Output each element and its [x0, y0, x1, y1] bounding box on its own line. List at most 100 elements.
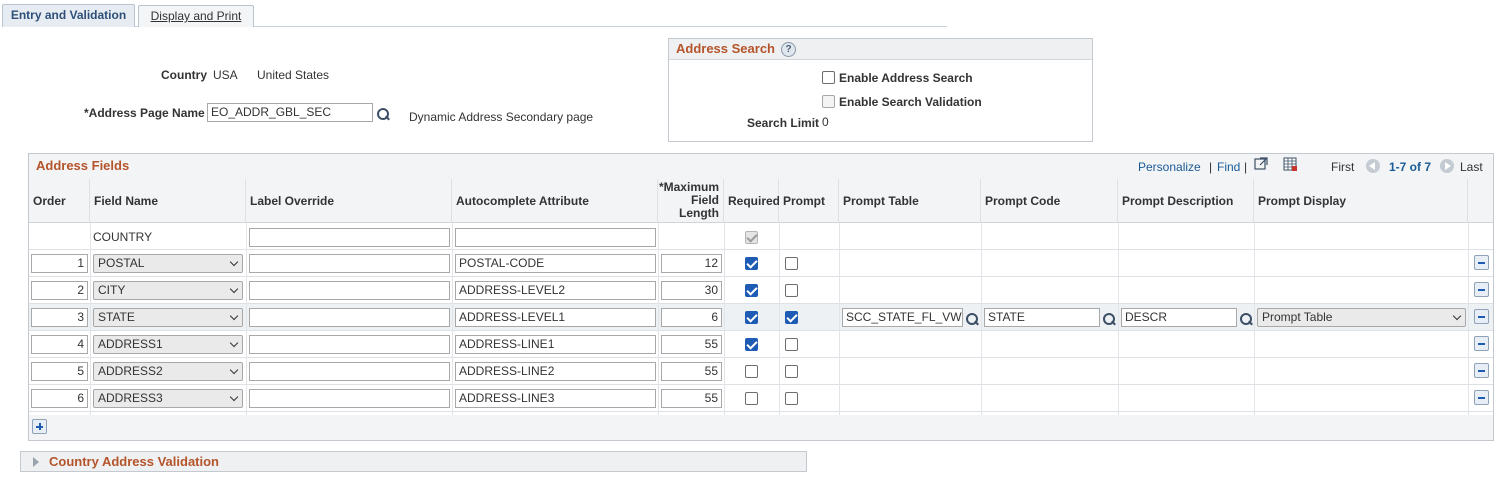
help-icon[interactable]: ? — [781, 42, 796, 58]
address-page-description: Dynamic Address Secondary page — [409, 110, 594, 124]
lookup-icon[interactable] — [1102, 312, 1116, 326]
lookup-icon[interactable] — [965, 312, 979, 326]
prompt-table-input[interactable]: SCC_STATE_FL_VW — [842, 308, 963, 327]
country-name: United States — [257, 68, 330, 82]
delete-row-button[interactable] — [1474, 336, 1489, 351]
delete-row-button[interactable] — [1474, 390, 1489, 405]
add-row-button[interactable] — [32, 419, 47, 434]
field-name-select[interactable]: CITY — [93, 281, 243, 300]
col-header-prompt-display: Prompt Display — [1254, 179, 1468, 223]
order-input[interactable]: 1 — [31, 254, 88, 273]
label-override-input[interactable] — [249, 308, 450, 327]
max-length-input[interactable]: 55 — [661, 362, 722, 381]
tab-display-and-print[interactable]: Display and Print — [138, 5, 254, 27]
autocomplete-input[interactable]: ADDRESS-LINE1 — [455, 335, 656, 354]
field-name-value: CITY — [98, 283, 126, 297]
order-input[interactable]: 2 — [31, 281, 88, 300]
expand-triangle-icon — [33, 457, 39, 467]
required-checkbox — [745, 231, 758, 244]
view-all-icon[interactable] — [1254, 157, 1269, 171]
prompt-checkbox[interactable] — [785, 365, 798, 378]
delete-row-button[interactable] — [1474, 282, 1489, 297]
max-length-input[interactable]: 30 — [661, 281, 722, 300]
prompt-display-value: Prompt Table — [1262, 310, 1333, 324]
tab-entry-and-validation[interactable]: Entry and Validation — [2, 4, 135, 27]
find-link[interactable]: Find — [1217, 160, 1240, 174]
prompt-display-select[interactable]: Prompt Table — [1257, 308, 1466, 327]
first-label[interactable]: First — [1331, 160, 1354, 174]
prompt-checkbox[interactable] — [785, 311, 798, 324]
autocomplete-input[interactable] — [455, 228, 656, 247]
autocomplete-input[interactable]: ADDRESS-LINE3 — [455, 389, 656, 408]
lookup-icon[interactable] — [376, 107, 390, 121]
required-checkbox[interactable] — [745, 338, 758, 351]
address-page-name-input[interactable]: EO_ADDR_GBL_SEC — [207, 103, 373, 122]
prompt-checkbox[interactable] — [785, 338, 798, 351]
country-address-validation-title: Country Address Validation — [49, 454, 219, 469]
max-length-input[interactable]: 55 — [661, 335, 722, 354]
column-divider — [1468, 223, 1469, 415]
enable-search-validation-checkbox[interactable] — [822, 95, 835, 108]
autocomplete-input[interactable]: POSTAL-CODE — [455, 254, 656, 273]
prompt-checkbox[interactable] — [785, 284, 798, 297]
delete-row-button[interactable] — [1474, 309, 1489, 324]
search-limit-label: Search Limit — [747, 116, 820, 130]
order-input[interactable]: 6 — [31, 389, 88, 408]
required-checkbox[interactable] — [745, 311, 758, 324]
column-divider — [452, 223, 453, 415]
col-header-prompt-table: Prompt Table — [839, 179, 981, 223]
address-fields-grid: Address Fields Personalize | Find | Firs… — [28, 153, 1494, 441]
enable-address-search-checkbox[interactable] — [822, 71, 835, 84]
next-row-icon[interactable] — [1440, 159, 1454, 173]
nav-separator: | — [1209, 160, 1213, 174]
prompt-checkbox[interactable] — [785, 392, 798, 405]
lookup-icon[interactable] — [1239, 312, 1253, 326]
order-input[interactable]: 5 — [31, 362, 88, 381]
col-header-max-length: *Maximum Field Length — [658, 179, 724, 223]
field-name-select[interactable]: ADDRESS1 — [93, 335, 243, 354]
autocomplete-input[interactable]: ADDRESS-LINE2 — [455, 362, 656, 381]
download-spreadsheet-icon[interactable] — [1283, 157, 1298, 171]
table-row: 1 POSTAL POSTAL-CODE 12 — [29, 250, 1493, 277]
delete-row-button[interactable] — [1474, 363, 1489, 378]
table-row: 6 ADDRESS3 ADDRESS-LINE3 55 — [29, 385, 1493, 412]
col-header-autocomplete: Autocomplete Attribute — [452, 179, 658, 223]
autocomplete-input[interactable]: ADDRESS-LEVEL2 — [455, 281, 656, 300]
label-override-input[interactable] — [249, 389, 450, 408]
personalize-link[interactable]: Personalize — [1138, 160, 1201, 174]
label-override-input[interactable] — [249, 335, 450, 354]
label-override-input[interactable] — [249, 254, 450, 273]
chevron-down-icon — [229, 257, 239, 267]
required-checkbox[interactable] — [745, 284, 758, 297]
field-name-select[interactable]: POSTAL — [93, 254, 243, 273]
field-name-select[interactable]: ADDRESS3 — [93, 389, 243, 408]
chevron-down-icon — [229, 338, 239, 348]
order-input[interactable]: 4 — [31, 335, 88, 354]
max-length-input[interactable]: 6 — [661, 308, 722, 327]
country-address-validation-section[interactable]: Country Address Validation — [20, 451, 807, 472]
col-header-actions — [1468, 179, 1493, 223]
max-length-input[interactable]: 55 — [661, 389, 722, 408]
label-override-input[interactable] — [249, 228, 450, 247]
last-label[interactable]: Last — [1460, 160, 1483, 174]
order-input[interactable]: 3 — [31, 308, 88, 327]
delete-row-button[interactable] — [1474, 255, 1489, 270]
col-header-prompt-description: Prompt Description — [1118, 179, 1254, 223]
label-override-input[interactable] — [249, 281, 450, 300]
col-header-order: Order — [29, 179, 90, 223]
autocomplete-input[interactable]: ADDRESS-LEVEL1 — [455, 308, 656, 327]
label-override-input[interactable] — [249, 362, 450, 381]
field-name-select[interactable]: STATE — [93, 308, 243, 327]
search-limit-value: 0 — [822, 115, 829, 129]
field-name-select[interactable]: ADDRESS2 — [93, 362, 243, 381]
column-divider — [90, 223, 91, 415]
required-checkbox[interactable] — [745, 257, 758, 270]
required-checkbox[interactable] — [745, 392, 758, 405]
prompt-code-input[interactable]: STATE — [984, 308, 1100, 327]
prompt-checkbox[interactable] — [785, 257, 798, 270]
max-length-input[interactable]: 12 — [661, 254, 722, 273]
chevron-down-icon — [229, 392, 239, 402]
prompt-description-input[interactable]: DESCR — [1121, 308, 1237, 327]
required-checkbox[interactable] — [745, 365, 758, 378]
previous-row-icon[interactable] — [1366, 159, 1380, 173]
